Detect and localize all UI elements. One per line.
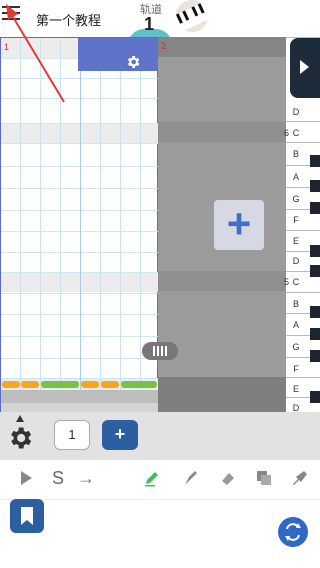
key-label: A (292, 172, 299, 182)
page-title: 第一个教程 (36, 13, 102, 28)
bookmark-icon (21, 507, 33, 525)
key-label: D (292, 256, 300, 266)
header: 第一个教程 轨道 1 (0, 0, 320, 45)
key-label: E (292, 384, 299, 394)
arrow-tool[interactable]: → (70, 460, 102, 496)
eraser-icon (222, 473, 234, 485)
note[interactable] (2, 381, 20, 388)
black-key[interactable] (310, 350, 320, 362)
pencil-tool[interactable] (136, 460, 168, 496)
key-label: D (292, 107, 300, 117)
add-measure-button[interactable]: + (214, 200, 264, 250)
paste-icon (293, 471, 307, 485)
octave-label: 5 (284, 277, 290, 287)
note[interactable] (21, 381, 39, 388)
gear-icon[interactable] (125, 54, 141, 70)
key-label: B (292, 149, 299, 159)
black-key[interactable] (310, 265, 320, 277)
key-label: F (293, 215, 299, 225)
menu-icon[interactable] (2, 6, 20, 20)
instrument-avatar[interactable] (176, 0, 208, 32)
play-icon (300, 60, 309, 74)
note[interactable] (81, 381, 99, 388)
tool-bar: S → (0, 460, 320, 500)
black-key[interactable] (310, 306, 320, 318)
key-label: G (292, 194, 300, 204)
app-root: 第一个教程 轨道 1 1 2 + D C B A G F E D C B A G… (0, 0, 320, 568)
black-key[interactable] (310, 391, 320, 403)
switch-button[interactable] (278, 517, 308, 547)
play-tool[interactable] (10, 460, 42, 496)
octave-label: 6 (284, 128, 290, 138)
add-track-button[interactable]: + (102, 420, 138, 450)
key-label: A (292, 320, 299, 330)
bookmark-button[interactable] (10, 499, 44, 533)
plus-icon: + (226, 200, 252, 247)
expand-icon[interactable] (16, 415, 24, 422)
black-key[interactable] (310, 328, 320, 340)
swap-icon (285, 523, 301, 541)
play-icon (21, 471, 32, 485)
settings-gear-icon[interactable] (6, 424, 34, 452)
brush-tool[interactable] (174, 460, 206, 496)
track-count-button[interactable]: 1 (54, 420, 90, 450)
measure-settings[interactable] (78, 38, 158, 71)
key-label: G (292, 342, 300, 352)
note[interactable] (41, 381, 79, 388)
black-key[interactable] (310, 245, 320, 257)
note[interactable] (101, 381, 119, 388)
measure-number-1: 1 (4, 42, 10, 52)
resize-handle[interactable] (142, 342, 178, 360)
black-key[interactable] (310, 155, 320, 167)
active-measure[interactable]: 1 (0, 37, 159, 412)
key-label: F (293, 364, 299, 374)
piano-roll-grid[interactable]: 1 2 + (0, 37, 286, 412)
key-label: B (292, 299, 299, 309)
measure-number-2: 2 (161, 41, 167, 51)
black-key[interactable] (310, 180, 320, 192)
brush-icon (185, 471, 197, 485)
track-toolbar: 1 + (0, 412, 320, 460)
black-key[interactable] (310, 202, 320, 214)
track-number[interactable]: 1 (144, 14, 154, 35)
key-label: E (292, 236, 299, 246)
eraser-tool[interactable] (212, 460, 244, 496)
pencil-icon (145, 472, 158, 487)
copy-tool[interactable] (248, 460, 280, 496)
play-tab[interactable] (290, 38, 320, 98)
copy-icon (257, 471, 271, 485)
note[interactable] (121, 381, 157, 388)
piano-keys-icon (176, 0, 208, 32)
paste-tool[interactable] (284, 460, 316, 496)
